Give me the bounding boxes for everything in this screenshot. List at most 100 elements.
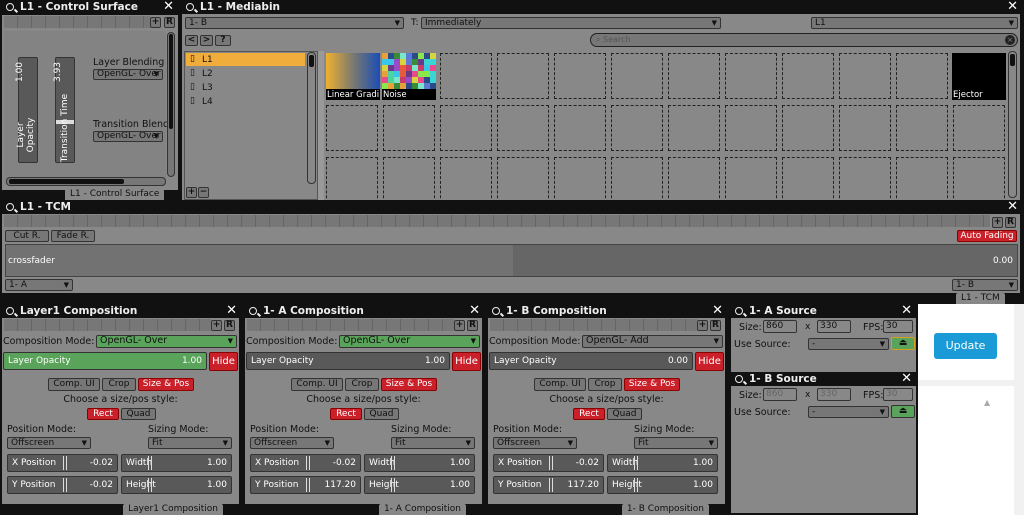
add-button[interactable]: +: [150, 17, 161, 28]
y-position-slider[interactable]: Y Position -0.02: [7, 476, 118, 494]
composition-tab[interactable]: 1- B Composition: [621, 504, 709, 515]
sizing-mode-select[interactable]: Fit: [634, 437, 718, 449]
search-icon[interactable]: [6, 203, 14, 211]
position-mode-select[interactable]: Offscreen: [250, 437, 334, 449]
y-position-slider[interactable]: Y Position 117.20: [493, 476, 604, 494]
search-icon[interactable]: [6, 307, 14, 315]
empty-clip-slot[interactable]: [611, 157, 663, 203]
fade-button[interactable]: Fade R.: [51, 230, 95, 242]
use-source-select[interactable]: -: [808, 406, 889, 418]
reset-button[interactable]: R: [467, 320, 478, 331]
deck-select[interactable]: 1- B: [185, 17, 404, 29]
height-slider[interactable]: Height 1.00: [364, 476, 475, 494]
add-layer-button[interactable]: +: [186, 187, 197, 198]
height-slider[interactable]: Height 1.00: [607, 476, 718, 494]
fps-field[interactable]: 30: [883, 388, 913, 401]
composition-tab[interactable]: 1- A Composition: [378, 504, 466, 515]
fps-field[interactable]: 30: [883, 320, 913, 333]
add-button[interactable]: +: [697, 320, 708, 331]
empty-clip-slot[interactable]: [953, 157, 1005, 203]
slider-handle[interactable]: [391, 478, 395, 492]
empty-clip-slot[interactable]: [782, 105, 834, 151]
collapse-icon[interactable]: ▲: [984, 398, 990, 407]
slider-handle[interactable]: [63, 478, 67, 492]
rect-style-button[interactable]: Rect: [573, 408, 605, 420]
rect-style-button[interactable]: Rect: [330, 408, 362, 420]
slider-handle[interactable]: [306, 478, 310, 492]
clip-ejector[interactable]: Ejector: [952, 53, 1006, 100]
composition-mode-select[interactable]: OpenGL- Add: [582, 335, 723, 348]
clip-grid-scrollbar[interactable]: [1008, 51, 1017, 198]
prev-button[interactable]: <: [185, 35, 198, 46]
layer-select[interactable]: L1: [811, 17, 1018, 29]
crop-tab[interactable]: Crop: [102, 378, 136, 391]
use-source-select[interactable]: -: [808, 338, 889, 350]
layer-opacity-slider[interactable]: Layer Opacity 1.00: [3, 352, 207, 370]
y-position-slider[interactable]: Y Position 117.20: [250, 476, 361, 494]
empty-clip-slot[interactable]: [326, 157, 378, 203]
height-slider[interactable]: Height 1.00: [121, 476, 232, 494]
hide-button[interactable]: Hide: [209, 352, 238, 371]
add-button[interactable]: +: [454, 320, 465, 331]
empty-clip-slot[interactable]: [383, 157, 435, 203]
empty-clip-slot[interactable]: [497, 53, 549, 99]
empty-clip-slot[interactable]: [782, 157, 834, 203]
empty-clip-slot[interactable]: [896, 105, 948, 151]
close-icon[interactable]: ✕: [712, 304, 723, 318]
quad-style-button[interactable]: Quad: [607, 408, 642, 420]
search-icon[interactable]: [735, 375, 743, 383]
reset-button[interactable]: R: [710, 320, 721, 331]
height-field[interactable]: 330: [817, 320, 851, 333]
search-icon[interactable]: [186, 3, 194, 11]
composition-mode-select[interactable]: OpenGL- Over: [339, 335, 480, 348]
width-field[interactable]: 860: [763, 388, 797, 401]
empty-clip-slot[interactable]: [554, 105, 606, 151]
slider-handle[interactable]: [148, 456, 152, 470]
crop-tab[interactable]: Crop: [588, 378, 622, 391]
crop-tab[interactable]: Crop: [345, 378, 379, 391]
search-icon[interactable]: [249, 307, 257, 315]
size-pos-tab[interactable]: Size & Pos: [624, 378, 680, 391]
empty-clip-slot[interactable]: [611, 105, 663, 151]
horizontal-scrollbar[interactable]: [6, 177, 166, 186]
auto-fading-button[interactable]: Auto Fading: [957, 230, 1017, 242]
empty-clip-slot[interactable]: [782, 53, 834, 99]
eject-button[interactable]: ⏏: [891, 405, 915, 418]
layer-list-item[interactable]: L2: [202, 69, 213, 79]
empty-clip-slot[interactable]: [554, 157, 606, 203]
width-slider[interactable]: Width 1.00: [364, 454, 475, 472]
composition-tab[interactable]: Layer1 Composition: [123, 504, 223, 515]
comp-ui-tab[interactable]: Comp. UI: [48, 378, 100, 391]
sizing-mode-select[interactable]: Fit: [148, 437, 232, 449]
quad-style-button[interactable]: Quad: [364, 408, 399, 420]
x-position-slider[interactable]: X Position -0.02: [250, 454, 361, 472]
vertical-scrollbar[interactable]: [167, 32, 175, 177]
slider-handle[interactable]: [306, 456, 310, 470]
hide-button[interactable]: Hide: [695, 352, 724, 371]
close-icon[interactable]: ✕: [1007, 0, 1018, 14]
empty-clip-slot[interactable]: [326, 105, 378, 151]
empty-clip-slot[interactable]: [668, 157, 720, 203]
comp-ui-tab[interactable]: Comp. UI: [291, 378, 343, 391]
left-deck-select[interactable]: 1- A: [5, 279, 73, 291]
width-slider[interactable]: Width 1.00: [607, 454, 718, 472]
close-icon[interactable]: ✕: [901, 304, 912, 318]
empty-clip-slot[interactable]: [839, 157, 891, 203]
clip-linear-gradient[interactable]: Linear Gradi: [326, 53, 380, 100]
transition-blend-select[interactable]: OpenGL- Over: [93, 131, 163, 142]
sizing-mode-select[interactable]: Fit: [391, 437, 475, 449]
close-icon[interactable]: ✕: [226, 304, 237, 318]
slider-handle[interactable]: [634, 478, 638, 492]
search-icon[interactable]: [735, 307, 743, 315]
hide-button[interactable]: Hide: [452, 352, 481, 371]
layer-opacity-slider[interactable]: Layer Opacity 1.00: [246, 352, 450, 370]
slider-handle[interactable]: [63, 456, 67, 470]
layer-list-scrollbar[interactable]: [307, 52, 316, 184]
help-button[interactable]: ?: [215, 35, 231, 46]
empty-clip-slot[interactable]: [554, 53, 606, 99]
position-mode-select[interactable]: Offscreen: [493, 437, 577, 449]
empty-clip-slot[interactable]: [440, 105, 492, 151]
control-surface-tab[interactable]: L1 - Control Surface: [65, 189, 165, 200]
crossfader-slider[interactable]: crossfader 0.00: [5, 244, 1018, 277]
empty-clip-slot[interactable]: [896, 53, 948, 99]
